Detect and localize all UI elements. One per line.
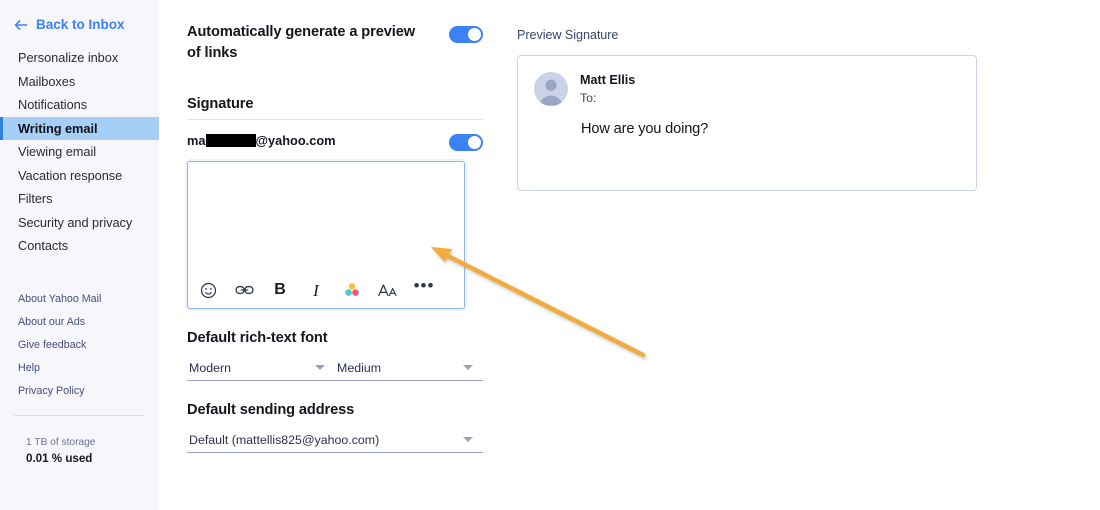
sending-address-value: Default (mattellis825@yahoo.com) — [189, 432, 380, 447]
font-family-select[interactable]: Modern — [187, 355, 335, 381]
more-options-label: ••• — [413, 275, 435, 295]
chevron-down-icon — [463, 365, 473, 370]
sidebar-item-label: Vacation response — [18, 167, 123, 183]
signature-editor[interactable]: B I ••• — [187, 161, 465, 309]
font-size-icon[interactable] — [377, 279, 399, 301]
footer-link-label: Give feedback — [18, 338, 87, 351]
signature-account-email: ma @yahoo.com — [187, 133, 336, 148]
link-icon[interactable] — [233, 279, 255, 301]
sidebar-footer-links: About Yahoo Mail About our Ads Give feed… — [0, 288, 159, 403]
bold-icon[interactable]: B — [269, 279, 291, 301]
signature-account-prefix: ma — [187, 133, 206, 148]
signature-section-divider — [187, 119, 483, 120]
sending-address-title: Default sending address — [187, 402, 355, 418]
chevron-down-icon — [315, 365, 325, 370]
text-color-icon[interactable] — [341, 279, 363, 301]
storage-total-label: 1 TB of storage — [26, 436, 96, 448]
sidebar-item-label: Writing email — [18, 120, 98, 136]
font-size-value: Medium — [337, 360, 382, 375]
italic-icon[interactable]: I — [305, 279, 327, 301]
preview-signature-label: Preview Signature — [517, 28, 619, 42]
footer-link-about-our-ads[interactable]: About our Ads — [0, 311, 159, 334]
signature-account-row: ma @yahoo.com — [187, 130, 483, 151]
link-preview-toggle[interactable] — [449, 26, 483, 43]
preview-email-card: Matt Ellis To: How are you doing? — [517, 55, 977, 191]
sidebar-item-label: Personalize inbox — [18, 50, 119, 65]
toggle-knob — [468, 28, 481, 41]
rich-text-font-group: Default rich-text font Modern Medium — [187, 330, 483, 381]
sidebar-item-label: Filters — [18, 191, 53, 206]
preview-recipient-label: To: — [580, 91, 597, 105]
font-size-select[interactable]: Medium — [335, 355, 483, 381]
sidebar-item-label: Notifications — [18, 97, 88, 112]
sending-address-select[interactable]: Default (mattellis825@yahoo.com) — [187, 427, 483, 453]
signature-section-title: Signature — [187, 96, 254, 112]
sidebar-item-label: Mailboxes — [18, 73, 76, 89]
signature-editor-toolbar: B I ••• — [188, 277, 464, 301]
back-to-inbox-label: Back to Inbox — [36, 16, 125, 32]
footer-link-label: Privacy Policy — [18, 384, 85, 397]
settings-sidebar: Back to Inbox Personalize inbox Mailboxe… — [0, 0, 159, 510]
rich-text-font-title: Default rich-text font — [187, 330, 328, 346]
arrow-left-icon — [14, 18, 28, 32]
back-to-inbox-link[interactable]: Back to Inbox — [0, 12, 159, 36]
sidebar-divider — [14, 414, 145, 416]
sidebar-item-contacts[interactable]: Contacts — [0, 234, 159, 258]
writing-email-settings-panel: Automatically generate a preview of link… — [159, 0, 499, 510]
sidebar-item-security-and-privacy[interactable]: Security and privacy — [0, 211, 159, 235]
sidebar-item-label: Security and privacy — [18, 214, 133, 230]
sidebar-item-personalize-inbox[interactable]: Personalize inbox — [0, 46, 159, 70]
signature-account-suffix: @yahoo.com — [255, 133, 336, 148]
italic-label: I — [313, 280, 319, 300]
font-family-value: Modern — [189, 360, 232, 375]
sidebar-item-writing-email[interactable]: Writing email — [0, 116, 159, 140]
link-preview-setting-row: Automatically generate a preview of link… — [187, 22, 483, 64]
sidebar-item-label: Contacts — [18, 238, 69, 253]
sidebar-item-notifications[interactable]: Notifications — [0, 93, 159, 117]
footer-link-give-feedback[interactable]: Give feedback — [0, 334, 159, 357]
preview-email-body: How are you doing? — [581, 121, 709, 137]
signature-preview-panel: Preview Signature Matt Ellis To: How are… — [499, 0, 1100, 510]
preview-sender-name: Matt Ellis — [580, 73, 636, 87]
footer-link-label: About Yahoo Mail — [18, 292, 102, 305]
settings-page: Back to Inbox Personalize inbox Mailboxe… — [0, 0, 1100, 510]
sidebar-item-vacation-response[interactable]: Vacation response — [0, 164, 159, 188]
signature-toggle[interactable] — [449, 134, 483, 151]
footer-link-label: About our Ads — [18, 315, 86, 328]
footer-link-about-yahoo-mail[interactable]: About Yahoo Mail — [0, 288, 159, 311]
bold-label: B — [274, 281, 286, 298]
sidebar-item-mailboxes[interactable]: Mailboxes — [0, 70, 159, 94]
redaction-bar — [205, 134, 256, 147]
settings-nav: Personalize inbox Mailboxes Notification… — [0, 46, 159, 258]
chevron-down-icon — [463, 437, 473, 442]
storage-info: 1 TB of storage 0.01 % used — [0, 436, 159, 467]
footer-link-label: Help — [18, 361, 40, 374]
footer-link-privacy-policy[interactable]: Privacy Policy — [0, 380, 159, 403]
link-preview-label: Automatically generate a preview of link… — [187, 24, 415, 61]
sidebar-item-viewing-email[interactable]: Viewing email — [0, 140, 159, 164]
more-options-icon[interactable]: ••• — [413, 274, 435, 296]
avatar — [534, 72, 568, 106]
sending-address-group: Default sending address Default (mattell… — [187, 402, 483, 453]
storage-used-label: 0.01 % used — [26, 451, 93, 465]
emoji-icon[interactable] — [197, 279, 219, 301]
footer-link-help[interactable]: Help — [0, 357, 159, 380]
sidebar-item-label: Viewing email — [18, 144, 97, 159]
sidebar-item-filters[interactable]: Filters — [0, 187, 159, 211]
toggle-knob — [468, 136, 481, 149]
